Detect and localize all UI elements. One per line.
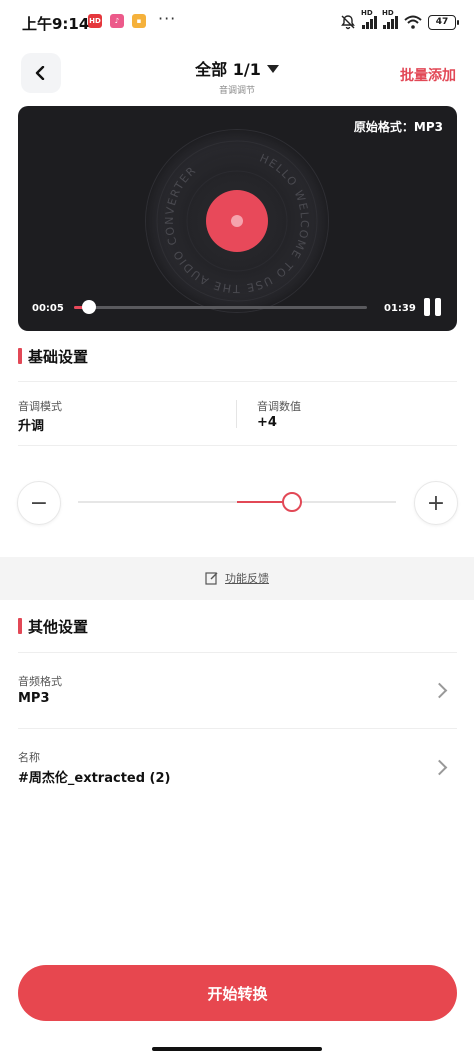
muted-bell-icon (341, 15, 355, 30)
chevron-right-icon (431, 682, 448, 699)
notification-app-icon: HD (88, 14, 102, 28)
disc-spindle (231, 215, 243, 227)
pause-button[interactable] (424, 298, 442, 316)
dropdown-caret-icon (266, 65, 279, 73)
notification-app-icon: ♪ (110, 14, 124, 28)
progress-thumb[interactable] (82, 300, 96, 314)
name-value: #周杰伦_extracted (2) (18, 771, 171, 786)
increase-pitch-button[interactable]: + (414, 481, 458, 525)
cellular-signal-icon: HD (382, 9, 398, 29)
page-title: 全部 1/1 (195, 60, 261, 79)
chevron-right-icon (431, 759, 448, 776)
home-indicator (152, 1047, 322, 1051)
batch-add-button[interactable]: 批量添加 (400, 65, 456, 85)
pitch-value-label: 音调数值 (257, 400, 301, 413)
audio-format-row[interactable]: 音频格式 MP3 (0, 660, 474, 726)
more-notifications-icon: ··· (158, 9, 177, 28)
name-label: 名称 (18, 751, 40, 764)
feedback-label: 功能反馈 (225, 572, 269, 585)
basic-settings-title: 基础设置 (28, 348, 89, 366)
status-bar: 上午9:14 HD ♪ ▪ ··· HD HD 47 (0, 0, 474, 44)
audio-player: 原始格式：MP3 HELLO WELCOME TO USE THE AUDIO … (18, 106, 457, 331)
other-settings-title: 其他设置 (28, 618, 89, 636)
pitch-mode-label: 音调模式 (18, 400, 62, 413)
original-format-label: 原始格式：MP3 (353, 120, 443, 134)
total-time: 01:39 (384, 303, 416, 314)
status-time: 上午9:14 (22, 15, 90, 33)
plus-icon: + (426, 490, 446, 516)
progress-track[interactable] (74, 306, 367, 309)
pause-icon (435, 298, 441, 316)
notification-app-icon: ▪ (132, 14, 146, 28)
minus-icon: − (29, 490, 49, 516)
vertical-divider (236, 400, 237, 428)
audio-format-label: 音频格式 (18, 675, 62, 688)
section-accent-bar (18, 618, 22, 634)
section-accent-bar (18, 348, 22, 364)
feedback-link[interactable]: 功能反馈 (0, 570, 474, 586)
divider (18, 652, 457, 653)
system-status-icons: HD HD 47 (340, 9, 459, 32)
current-time: 00:05 (32, 303, 64, 314)
cellular-signal-icon: HD (361, 9, 377, 29)
divider (18, 728, 457, 729)
audio-format-value: MP3 (18, 691, 50, 706)
pitch-value: +4 (257, 415, 277, 430)
divider (18, 381, 457, 382)
start-convert-button[interactable]: 开始转换 (18, 965, 457, 1021)
pause-icon (424, 298, 430, 316)
edit-icon (205, 572, 218, 585)
divider (18, 445, 457, 446)
wifi-icon (404, 15, 422, 29)
decrease-pitch-button[interactable]: − (17, 481, 61, 525)
name-row[interactable]: 名称 #周杰伦_extracted (2) (0, 736, 474, 802)
pitch-slider-thumb[interactable] (282, 492, 302, 512)
battery-icon: 47 (428, 14, 459, 30)
pitch-mode-value[interactable]: 升调 (18, 415, 44, 434)
